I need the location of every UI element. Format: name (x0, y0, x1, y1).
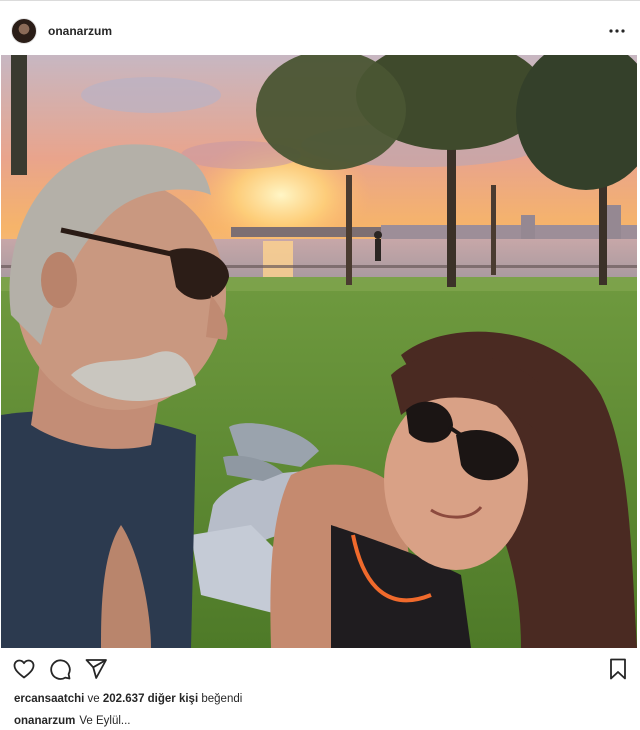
avatar[interactable] (11, 18, 37, 44)
post-photo[interactable] (1, 55, 637, 648)
comment-button[interactable] (48, 657, 72, 681)
caption-username[interactable]: onanarzum (14, 715, 75, 727)
comment-icon (50, 659, 71, 680)
bookmark-icon (610, 658, 626, 680)
like-button[interactable] (12, 657, 36, 681)
likes-connector: ve (87, 693, 100, 705)
share-button[interactable] (84, 657, 108, 681)
more-horizontal-icon[interactable] (608, 22, 626, 40)
post-username[interactable]: onanarzum (48, 24, 112, 38)
post-caption: onanarzum Ve Eylül... (14, 715, 130, 727)
save-button[interactable] (606, 657, 630, 681)
heart-icon (13, 659, 35, 679)
caption-text: Ve Eylül... (79, 715, 131, 727)
likes-suffix: beğendi (201, 693, 243, 705)
post-actions (0, 657, 640, 683)
post-header: onanarzum (0, 9, 640, 55)
instagram-post: onanarzum ercansaatchi ve 202.637 diğer … (0, 0, 640, 730)
liked-by-user[interactable]: ercansaatchi (14, 693, 84, 705)
likes-summary: ercansaatchi ve 202.637 diğer kişi beğen… (14, 693, 242, 705)
photo-scene (1, 55, 637, 648)
share-icon (85, 659, 107, 679)
likes-count[interactable]: 202.637 diğer kişi (103, 693, 198, 705)
